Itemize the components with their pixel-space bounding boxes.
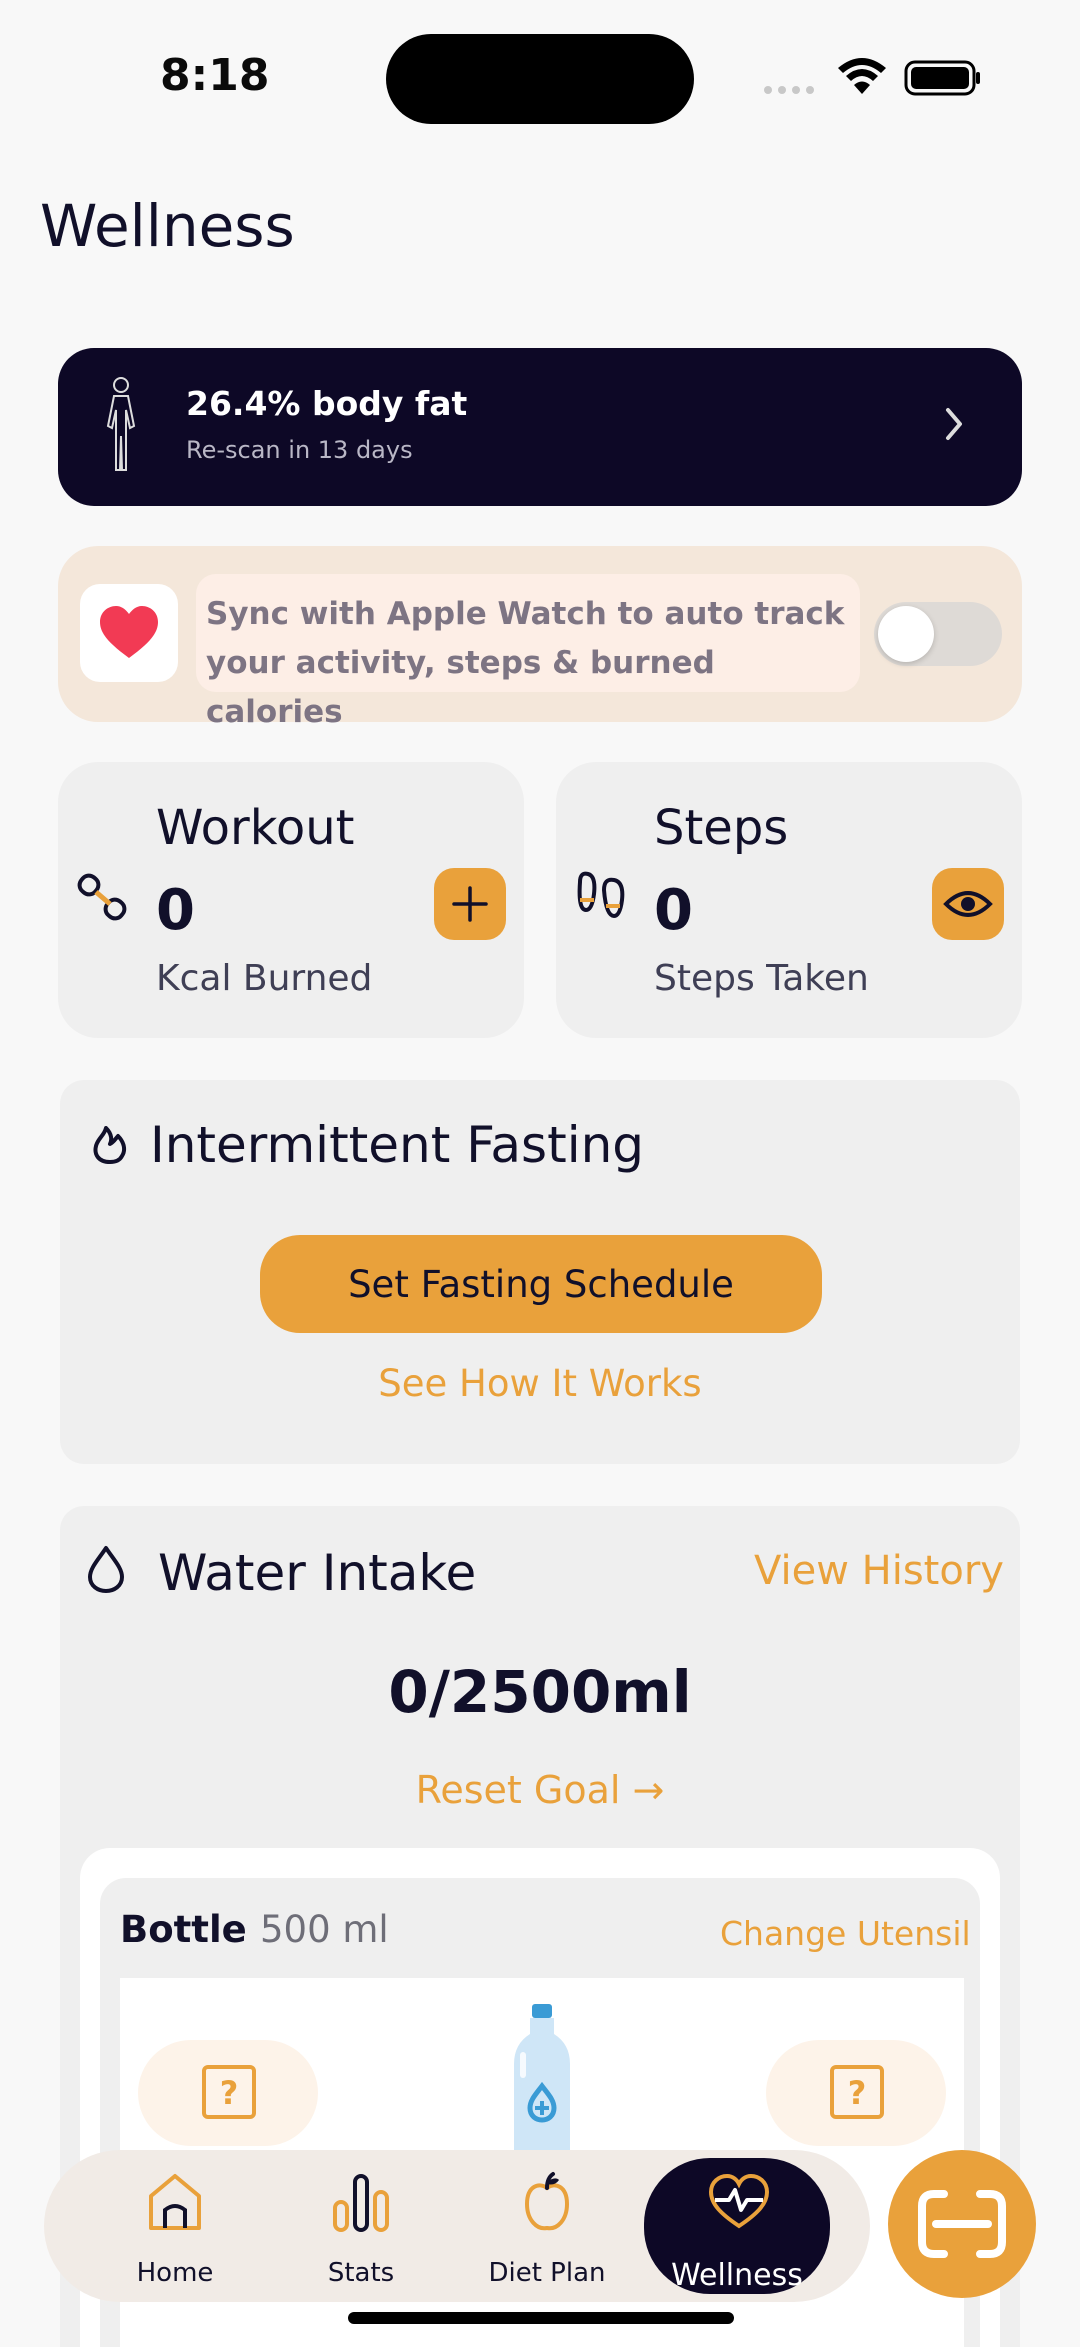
view-history-link[interactable]: View History bbox=[754, 1548, 1004, 1594]
see-how-it-works-link[interactable]: See How It Works bbox=[60, 1362, 1020, 1405]
heart-pulse-icon bbox=[708, 2173, 770, 2229]
previous-utensil-button[interactable]: ? bbox=[138, 2040, 318, 2146]
steps-value: 0 bbox=[654, 878, 693, 943]
home-icon bbox=[149, 2174, 201, 2230]
question-box-icon: ? bbox=[202, 2065, 256, 2119]
question-box-icon: ? bbox=[830, 2065, 884, 2119]
nav-home-label: Home bbox=[136, 2258, 214, 2288]
apple-icon bbox=[524, 2172, 570, 2231]
dumbbell-icon bbox=[77, 873, 127, 921]
intermittent-fasting-card: Intermittent Fasting Set Fasting Schedul… bbox=[60, 1080, 1020, 1464]
apple-watch-sync-card: Sync with Apple Watch to auto track your… bbox=[58, 546, 1022, 730]
nav-home[interactable]: Home bbox=[82, 2150, 268, 2302]
sync-message: Sync with Apple Watch to auto track your… bbox=[196, 574, 860, 730]
change-utensil-link[interactable]: Change Utensil bbox=[720, 1914, 971, 1953]
chevron-right-icon bbox=[946, 408, 962, 440]
plus-icon bbox=[452, 886, 488, 922]
heart-icon bbox=[100, 606, 158, 658]
status-icons bbox=[764, 58, 984, 98]
steps-card[interactable]: Steps 0 Steps Taken bbox=[556, 762, 1022, 1038]
home-indicator bbox=[348, 2312, 734, 2324]
body-fat-subtitle: Re-scan in 13 days bbox=[186, 436, 413, 464]
workout-label: Workout bbox=[156, 800, 355, 856]
body-fat-card[interactable]: 26.4% body fat Re-scan in 13 days bbox=[58, 348, 1022, 506]
workout-card[interactable]: Workout 0 Kcal Burned bbox=[58, 762, 524, 1038]
nav-wellness[interactable]: Wellness bbox=[644, 2158, 830, 2294]
water-bottle-icon bbox=[514, 2004, 570, 2174]
water-amount: 0/2500ml bbox=[388, 1658, 692, 1726]
eye-icon bbox=[943, 891, 993, 917]
battery-icon bbox=[904, 60, 980, 96]
next-utensil-button[interactable]: ? bbox=[766, 2040, 946, 2146]
footprints-icon bbox=[577, 871, 625, 919]
svg-text:?: ? bbox=[848, 2074, 867, 2112]
nav-wellness-label: Wellness bbox=[671, 2258, 803, 2293]
scan-icon bbox=[918, 2190, 1006, 2258]
person-body-icon bbox=[106, 377, 136, 471]
sync-toggle[interactable] bbox=[874, 602, 1002, 666]
workout-value: 0 bbox=[156, 878, 195, 943]
status-time: 8:18 bbox=[160, 50, 270, 101]
bottom-nav: Home Stats Diet Plan Wellness bbox=[44, 2150, 870, 2302]
svg-text:?: ? bbox=[220, 2074, 239, 2112]
health-app-icon bbox=[80, 584, 178, 682]
scan-button[interactable] bbox=[888, 2150, 1036, 2298]
flame-icon bbox=[93, 1126, 127, 1164]
nav-diet-plan-label: Diet Plan bbox=[488, 2258, 606, 2288]
steps-unit: Steps Taken bbox=[654, 958, 869, 999]
reset-goal-link[interactable]: Reset Goal → bbox=[60, 1768, 1020, 1812]
water-title: Water Intake bbox=[158, 1544, 477, 1602]
add-workout-button[interactable] bbox=[434, 868, 506, 940]
page-title: Wellness bbox=[40, 192, 295, 260]
steps-label: Steps bbox=[654, 800, 789, 856]
signal-icon bbox=[764, 86, 814, 94]
body-fat-title: 26.4% body fat bbox=[186, 384, 468, 423]
workout-unit: Kcal Burned bbox=[156, 958, 373, 999]
fasting-title: Intermittent Fasting bbox=[150, 1116, 645, 1174]
utensil-name: Bottle bbox=[120, 1908, 247, 1951]
nav-stats-label: Stats bbox=[327, 2258, 395, 2288]
stats-icon bbox=[333, 2174, 389, 2232]
toggle-knob bbox=[878, 606, 934, 662]
water-drop-icon bbox=[88, 1546, 124, 1593]
utensil-size: 500 ml bbox=[260, 1908, 389, 1951]
dynamic-island bbox=[386, 34, 694, 124]
nav-diet-plan[interactable]: Diet Plan bbox=[454, 2150, 640, 2302]
view-steps-button[interactable] bbox=[932, 868, 1004, 940]
nav-stats[interactable]: Stats bbox=[268, 2150, 454, 2302]
set-fasting-schedule-button[interactable]: Set Fasting Schedule bbox=[260, 1235, 822, 1333]
wifi-icon bbox=[838, 58, 886, 94]
